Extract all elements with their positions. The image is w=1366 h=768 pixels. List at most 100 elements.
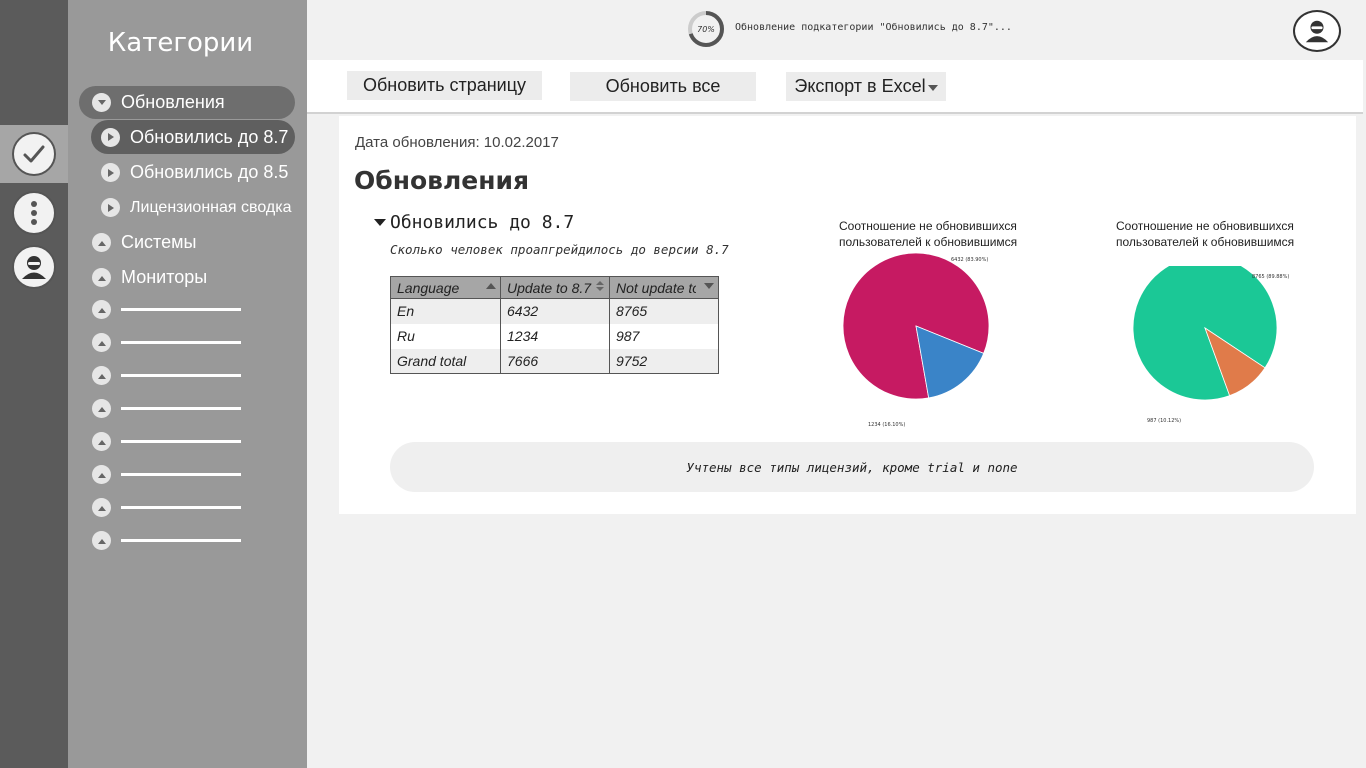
rail-check-slot[interactable] xyxy=(0,125,68,183)
placeholder-line xyxy=(121,539,241,542)
sidebar-item-updated-85[interactable]: Обновились до 8.5 xyxy=(101,162,288,183)
chevron-up-icon xyxy=(92,531,111,550)
subsection-description: Сколько человек проапгрейдилось до верси… xyxy=(390,242,729,257)
status-text: Обновление подкатегории "Обновились до 8… xyxy=(735,22,1012,33)
progress-ring: 70% xyxy=(688,11,724,47)
data-table: Language Update to 8.7 Not update to 8.7… xyxy=(390,276,719,374)
sort-descending-icon xyxy=(704,283,714,289)
refresh-page-button[interactable]: Обновить страницу xyxy=(347,71,542,100)
table-cell: Grand total xyxy=(390,348,501,374)
chevron-right-icon xyxy=(101,198,120,217)
table-cell: 8765 xyxy=(609,298,719,324)
table-cell: En xyxy=(390,298,501,324)
table-cell: Ru xyxy=(390,323,501,349)
chevron-up-icon xyxy=(92,300,111,319)
sidebar-item-label: Обновились до 8.7 xyxy=(130,126,289,147)
chevron-up-icon xyxy=(92,333,111,352)
user-icon xyxy=(1305,20,1329,43)
chevron-right-icon xyxy=(101,127,120,147)
column-header[interactable]: Language xyxy=(390,276,501,299)
more-vertical-icon[interactable] xyxy=(12,191,56,235)
table-cell: 987 xyxy=(609,323,719,349)
export-excel-label: Экспорт в Excel xyxy=(794,76,926,96)
chevron-up-icon xyxy=(92,233,111,252)
icon-rail xyxy=(0,0,68,768)
table-cell: 6432 xyxy=(500,298,610,324)
column-header-label: Language xyxy=(397,279,460,296)
chevron-up-icon xyxy=(92,366,111,385)
sort-icon xyxy=(596,281,604,291)
table-cell: 7666 xyxy=(500,348,610,374)
page-title: Обновления xyxy=(354,166,530,195)
chevron-up-icon xyxy=(92,399,111,418)
sidebar-item-placeholder[interactable] xyxy=(92,366,241,385)
sidebar-item-label: Мониторы xyxy=(121,267,208,287)
column-header-label: Update to 8.7 xyxy=(507,279,592,296)
placeholder-line xyxy=(121,341,241,344)
placeholder-line xyxy=(121,374,241,377)
collapse-arrow-icon xyxy=(374,218,386,226)
sidebar-item-placeholder[interactable] xyxy=(92,531,241,550)
placeholder-line xyxy=(121,308,241,311)
sidebar-item-placeholder[interactable] xyxy=(92,300,241,319)
sidebar-item-updated-87[interactable]: Обновились до 8.7 xyxy=(91,120,295,154)
chevron-up-icon xyxy=(92,268,111,287)
sidebar-item-placeholder[interactable] xyxy=(92,399,241,418)
pie-data-label: 8765 (89.88%) xyxy=(1252,274,1289,280)
dropdown-arrow-icon xyxy=(928,85,938,91)
categories-sidebar: Категории Обновления Обновились до 8.7 О… xyxy=(68,0,307,768)
content-card: Дата обновления: 10.02.2017 Обновления О… xyxy=(339,116,1356,514)
pie-data-label: 6432 (83.90%) xyxy=(951,257,988,263)
user-icon[interactable] xyxy=(12,245,56,289)
sidebar-item-placeholder[interactable] xyxy=(92,465,241,484)
table-header-row: Language Update to 8.7 Not update to 8.7 xyxy=(390,276,719,299)
pie-chart: 6432 (83.90%) 1234 (16.10%) xyxy=(842,252,990,428)
toolbar: Обновить страницу Обновить все Экспорт в… xyxy=(307,60,1363,114)
license-note: Учтены все типы лицензий, кроме trial и … xyxy=(390,442,1314,492)
pie-data-label: 1234 (16.10%) xyxy=(868,422,905,428)
placeholder-line xyxy=(121,407,241,410)
placeholder-line xyxy=(121,506,241,509)
sidebar-item-label: Системы xyxy=(121,232,197,252)
pie-chart-title: Соотношение не обновившихся пользователе… xyxy=(839,219,1018,249)
table-row: Grand total 7666 9752 xyxy=(390,348,719,374)
table-row: Ru 1234 987 xyxy=(390,323,719,349)
column-header[interactable]: Update to 8.7 xyxy=(500,276,610,299)
update-date: Дата обновления: 10.02.2017 xyxy=(355,134,559,151)
user-profile-button[interactable] xyxy=(1293,10,1341,52)
pie-data-label: 987 (10.12%) xyxy=(1147,418,1181,424)
progress-label: 70% xyxy=(697,25,715,34)
sidebar-item-label: Обновления xyxy=(121,92,225,112)
pie-chart-title: Соотношение не обновившихся пользователе… xyxy=(1116,219,1295,249)
check-icon[interactable] xyxy=(12,132,56,176)
status-bar: 70% Обновление подкатегории "Обновились … xyxy=(307,0,1366,60)
sidebar-item-systems[interactable]: Системы xyxy=(92,232,196,253)
rail-user-slot[interactable] xyxy=(0,238,68,296)
subsection-toggle[interactable]: Обновились до 8.7 xyxy=(374,212,574,233)
sidebar-item-label: Обновились до 8.5 xyxy=(130,162,289,182)
placeholder-line xyxy=(121,473,241,476)
refresh-all-button[interactable]: Обновить все xyxy=(570,72,756,101)
sidebar-item-placeholder[interactable] xyxy=(92,432,241,451)
sidebar-item-placeholder[interactable] xyxy=(92,333,241,352)
sidebar-item-updates[interactable]: Обновления xyxy=(79,86,295,119)
table-cell: 1234 xyxy=(500,323,610,349)
subsection-title: Обновились до 8.7 xyxy=(390,212,575,233)
sort-ascending-icon xyxy=(486,283,496,289)
chevron-down-icon xyxy=(92,93,111,112)
pie-chart: 8765 (89.88%) 987 (10.12%) xyxy=(1132,266,1289,424)
sidebar-item-label: Лицензионная сводка xyxy=(130,198,292,216)
placeholder-line xyxy=(121,440,241,443)
column-header[interactable]: Not update to 8.7 xyxy=(609,276,719,299)
table-row: En 6432 8765 xyxy=(390,298,719,324)
chevron-up-icon xyxy=(92,465,111,484)
table-cell: 9752 xyxy=(609,348,719,374)
rail-more-slot[interactable] xyxy=(0,184,68,242)
export-excel-dropdown[interactable]: Экспорт в Excel xyxy=(786,72,946,101)
sidebar-item-placeholder[interactable] xyxy=(92,498,241,517)
chevron-up-icon xyxy=(92,498,111,517)
sidebar-title: Категории xyxy=(107,28,254,58)
chevron-up-icon xyxy=(92,432,111,451)
sidebar-item-monitors[interactable]: Мониторы xyxy=(92,267,207,288)
sidebar-item-license-summary[interactable]: Лицензионная сводка xyxy=(101,198,291,217)
